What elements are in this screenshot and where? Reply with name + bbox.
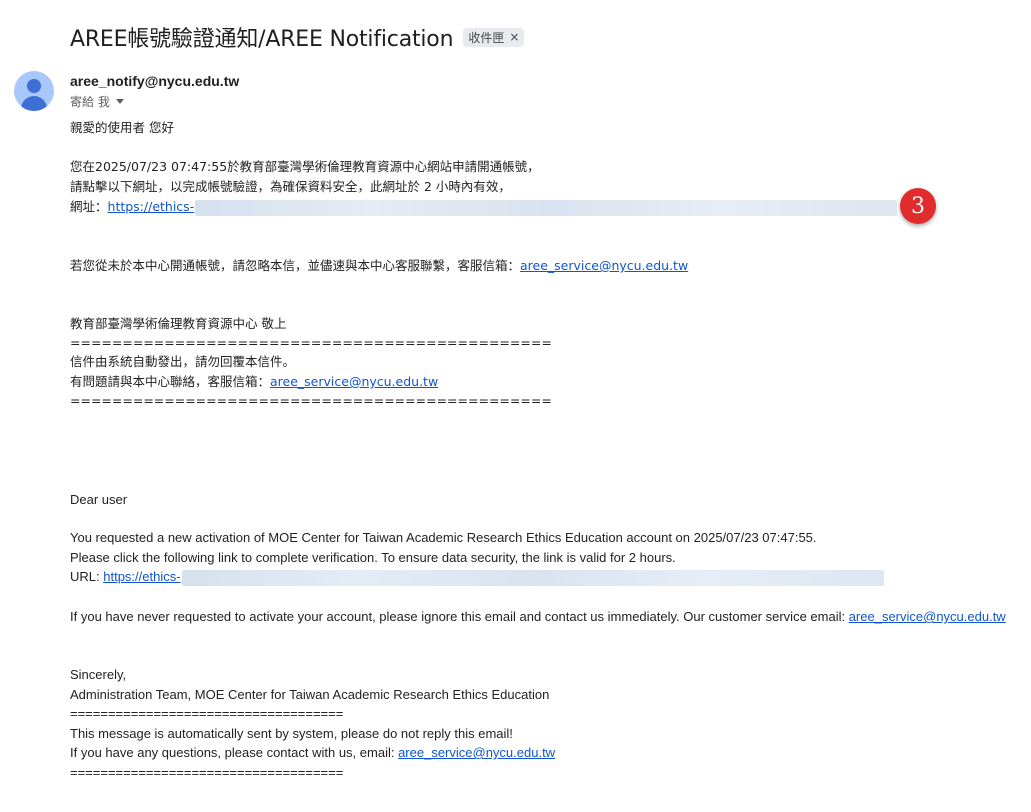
to-me-text: 寄給 我	[70, 95, 110, 109]
sender-address[interactable]: aree_notify@nycu.edu.tw	[70, 73, 239, 89]
sender-avatar[interactable]	[14, 71, 54, 111]
zh-separator-top: ========================================…	[70, 335, 552, 350]
en-auto-notice: This message is automatically sent by sy…	[70, 726, 513, 741]
zh-contact-email-link[interactable]: aree_service@nycu.edu.tw	[270, 374, 438, 389]
zh-service-email-link[interactable]: aree_service@nycu.edu.tw	[520, 258, 688, 273]
zh-signature: 教育部臺灣學術倫理教育資源中心 敬上	[70, 316, 287, 331]
zh-contact-line: 有問題請與本中心聯絡，客服信箱：aree_service@nycu.edu.tw	[70, 373, 438, 391]
recipient-details[interactable]: 寄給 我	[70, 93, 124, 110]
inbox-label-chip[interactable]: 收件匣 ×	[463, 27, 525, 47]
en-url-redacted	[181, 569, 884, 586]
zh-greeting: 親愛的使用者 您好	[70, 120, 174, 135]
en-ignore-text: If you have never requested to activate …	[70, 609, 849, 624]
en-team: Administration Team, MOE Center for Taiw…	[70, 687, 550, 702]
remove-label-icon[interactable]: ×	[509, 30, 519, 44]
email-subject-row: AREE帳號驗證通知/AREE Notification 收件匣 ×	[70, 22, 525, 52]
zh-ignore-line: 若您從未於本中心開通帳號，請忽略本信，並儘速與本中心客服聯繫，客服信箱：aree…	[70, 257, 688, 275]
zh-url-line: 網址：https://ethics-	[70, 198, 898, 216]
en-line-2: Please click the following link to compl…	[70, 550, 676, 565]
zh-line-1: 您在2025/07/23 07:47:55於教育部臺灣學術倫理教育資源中心網站申…	[70, 159, 540, 174]
en-sincerely: Sincerely,	[70, 667, 127, 682]
en-contact-line: If you have any questions, please contac…	[70, 744, 555, 762]
zh-verification-link[interactable]: https://ethics-	[108, 199, 195, 214]
en-greeting: Dear user	[70, 492, 128, 507]
en-separator-bottom: ====================================	[70, 765, 344, 780]
zh-url-prefix: 網址：	[70, 199, 108, 214]
en-ignore-line: If you have never requested to activate …	[70, 608, 1006, 626]
email-subject: AREE帳號驗證通知/AREE Notification	[70, 27, 454, 52]
en-service-email-link[interactable]: aree_service@nycu.edu.tw	[849, 609, 1006, 624]
en-url-line: URL: https://ethics-	[70, 568, 884, 586]
zh-url-redacted	[195, 199, 898, 216]
zh-line-2: 請點擊以下網址，以完成帳號驗證，為確保資料安全，此網址於 2 小時內有效，	[70, 179, 511, 194]
en-line-1: You requested a new activation of MOE Ce…	[70, 530, 817, 545]
en-verification-link[interactable]: https://ethics-	[103, 569, 180, 584]
person-avatar-icon	[27, 79, 41, 93]
chevron-down-icon[interactable]	[115, 99, 124, 104]
en-contact-email-link[interactable]: aree_service@nycu.edu.tw	[398, 745, 555, 760]
zh-contact-text: 有問題請與本中心聯絡，客服信箱：	[70, 374, 271, 389]
en-contact-text: If you have any questions, please contac…	[70, 745, 399, 760]
en-separator-top: ====================================	[70, 706, 344, 721]
person-avatar-body	[21, 96, 47, 111]
zh-auto-notice: 信件由系統自動發出，請勿回覆本信件。	[70, 354, 296, 369]
zh-separator-bottom: ========================================…	[70, 393, 552, 408]
zh-ignore-text: 若您從未於本中心開通帳號，請忽略本信，並儘速與本中心客服聯繫，客服信箱：	[70, 258, 521, 273]
inbox-label-text: 收件匣	[468, 30, 505, 45]
annotation-badge: 3	[900, 188, 936, 224]
en-url-prefix: URL:	[70, 569, 104, 584]
